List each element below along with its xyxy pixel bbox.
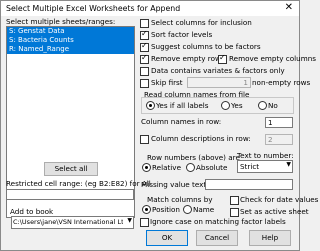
text-to-number-label: Text to number: — [237, 151, 294, 160]
yes-label: Yes — [231, 101, 243, 110]
names-in-row-input[interactable]: 1 — [265, 117, 293, 128]
ok-button[interactable]: OK — [146, 230, 188, 246]
non-empty-rows-label: non-empty rows — [252, 78, 311, 87]
set-active-label: Set as active sheet — [240, 207, 309, 216]
chevron-down-icon: ▼ — [286, 161, 291, 168]
missing-value-label: Missing value text: — [141, 180, 209, 189]
yes-radio[interactable] — [221, 101, 230, 110]
suggest-factors-label: Suggest columns to be factors — [151, 42, 261, 51]
select-columns-label: Select columns for inclusion — [151, 18, 252, 27]
position-label: Position — [152, 205, 180, 214]
match-columns-label: Match columns by — [147, 195, 213, 204]
skip-first-label: Skip first — [151, 78, 183, 87]
suggest-factors-checkbox[interactable] — [140, 41, 149, 52]
check-date-checkbox[interactable] — [230, 196, 239, 205]
yes-if-all-radio[interactable] — [146, 101, 155, 110]
remove-empty-columns-label: Remove empty columns — [229, 54, 316, 63]
skip-first-checkbox[interactable] — [140, 79, 149, 88]
descriptions-input[interactable]: 2 — [265, 134, 293, 145]
text-to-number-value: Strict — [240, 162, 260, 171]
missing-value-input[interactable] — [205, 179, 293, 190]
cancel-button[interactable]: Cancel — [196, 230, 238, 246]
no-radio[interactable] — [258, 101, 267, 110]
close-icon[interactable]: ✕ — [285, 2, 293, 14]
names-in-row-label: Column names in row: — [141, 117, 222, 126]
descriptions-checkbox[interactable] — [140, 135, 149, 144]
check-date-label: Check for date values — [240, 195, 319, 204]
remove-empty-rows-label: Remove empty rows — [151, 54, 225, 63]
chevron-down-icon: ▼ — [127, 217, 132, 224]
select-all-button[interactable]: Select all — [44, 162, 98, 176]
add-to-book-label: Add to book — [10, 207, 54, 216]
dialog-title: Select Multiple Excel Worksheets for App… — [6, 4, 181, 13]
add-to-book-value: C:\Users\jane\VSN International Ltd\... — [13, 218, 123, 226]
append-dialog: Select Multiple Excel Worksheets for App… — [0, 0, 318, 251]
list-item[interactable]: R: Named_Range — [7, 45, 134, 54]
position-radio[interactable] — [142, 205, 151, 214]
no-label: No — [268, 101, 278, 110]
remove-empty-rows-checkbox[interactable] — [140, 53, 149, 64]
relative-label: Relative — [152, 163, 181, 172]
absolute-label: Absolute — [196, 163, 228, 172]
restricted-range-label: Restricted cell range: (eg B2:E82) for A… — [6, 179, 151, 188]
descriptions-label: Column descriptions in row: — [151, 134, 251, 143]
text-to-number-select[interactable]: Strict ▼ — [237, 160, 293, 173]
select-columns-checkbox[interactable] — [140, 19, 149, 28]
ignore-case-label: Ignore case on matching factor labels — [150, 217, 286, 226]
sheets-list-label: Select multiple sheets/ranges: — [6, 17, 116, 26]
skip-first-value: 1 — [243, 78, 248, 87]
set-active-checkbox[interactable] — [230, 208, 239, 217]
list-item[interactable]: S: Genstat Data — [7, 27, 134, 36]
restricted-range-input[interactable] — [6, 189, 134, 200]
name-label: Name — [193, 205, 215, 214]
title-bar: Select Multiple Excel Worksheets for App… — [1, 1, 299, 16]
absolute-radio[interactable] — [186, 163, 195, 172]
help-button[interactable]: Help — [249, 230, 291, 246]
variates-factors-checkbox[interactable] — [140, 67, 149, 76]
ignore-case-checkbox[interactable] — [140, 218, 149, 227]
name-radio[interactable] — [183, 205, 192, 214]
row-numbers-label: Row numbers (above) are — [147, 153, 240, 162]
relative-radio[interactable] — [142, 163, 151, 172]
yes-if-all-label: Yes if all labels — [156, 101, 209, 110]
skip-first-input[interactable]: 1 — [187, 77, 251, 88]
list-item[interactable]: S: Bacteria Counts — [7, 36, 134, 45]
sort-factor-levels-label: Sort factor levels — [151, 30, 213, 39]
remove-empty-columns-checkbox[interactable] — [218, 53, 227, 64]
sort-factor-levels-checkbox[interactable] — [140, 29, 149, 40]
descriptions-value: 2 — [268, 135, 273, 144]
names-in-row-value: 1 — [268, 118, 273, 127]
variates-factors-label: Data contains variates & factors only — [151, 66, 285, 75]
add-to-book-select[interactable]: C:\Users\jane\VSN International Ltd\... … — [11, 216, 134, 229]
